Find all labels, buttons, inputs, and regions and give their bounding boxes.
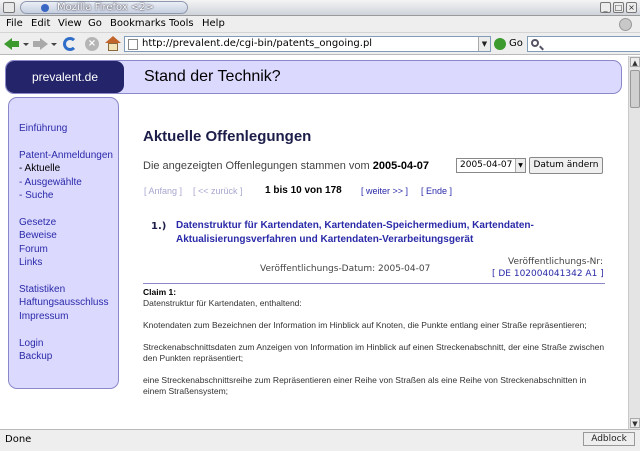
sidebar-item-links[interactable]: Links [19,257,42,269]
firefox-globe-icon [41,4,49,12]
pager-prev: [ << zurück ] [193,185,243,197]
site-header: prevalent.de Stand der Technik? [5,60,622,94]
search-input[interactable] [527,36,640,52]
status-text: Done [5,434,31,446]
menu-bar: File Edit View Go Bookmarks Tools Help [0,16,640,33]
vertical-scrollbar[interactable]: ▲ ▼ [628,56,640,429]
publication-number-link[interactable]: [ DE 102004041342 A1 ] [492,268,604,280]
menu-go[interactable]: Go [88,18,102,30]
page-title: Aktuelle Offenlegungen [143,128,311,145]
search-icon [531,39,539,47]
intro-label: Die angezeigten Offenlegungen stammen vo… [143,160,370,172]
date-select-value: 2005-04-07 [460,160,512,170]
publication-date: Veröffentlichungs-Datum: 2005-04-07 [260,263,430,275]
window-title: Mozilla Firefox <2> [57,2,154,14]
sidebar-item-login[interactable]: Login [19,338,43,350]
claim-text: Claim 1: Datenstruktur für Kartendaten, … [143,287,605,408]
forward-history-dropdown-icon[interactable] [51,43,57,46]
scroll-down-icon[interactable]: ▼ [630,418,640,428]
back-arrow-icon[interactable] [4,36,20,52]
claim-line: Knotendaten zum Bezeichnen der Informati… [143,320,605,331]
url-text[interactable]: http://prevalent.de/cgi-bin/patents_ongo… [142,38,372,50]
menu-bookmarks[interactable]: Bookmarks [110,18,166,30]
item-number: 1.) [151,220,166,233]
sidebar-item-patent-anmeldungen[interactable]: Patent-Anmeldungen [19,150,113,162]
item-title-link[interactable]: Datenstruktur für Kartendaten, Kartendat… [176,219,601,247]
sidebar-item-einfuehrung[interactable]: Einführung [19,123,67,135]
stop-icon[interactable]: × [84,36,100,52]
go-label: Go [509,37,523,51]
pager-last[interactable]: [ Ende ] [421,185,452,197]
intro-date: 2005-04-07 [373,160,429,172]
sidebar-item-haftungsausschluss[interactable]: Haftungsausschluss [19,297,109,309]
claim-line: Streckenabschnittsdaten zum Anzeigen von… [143,342,605,364]
url-bar[interactable]: http://prevalent.de/cgi-bin/patents_ongo… [124,36,491,52]
window-titlebar: Mozilla Firefox <2> _ □ × [0,0,640,16]
menu-tools[interactable]: Tools [169,18,194,30]
site-title: Stand der Technik? [144,61,281,93]
home-icon[interactable] [105,36,121,52]
page-viewport: prevalent.de Stand der Technik? Einführu… [0,56,628,429]
pager-count: 1 bis 10 von 178 [265,185,342,197]
sidebar: Einführung Patent-Anmeldungen - Aktuelle… [8,97,119,389]
sidebar-item-ausgewaehlte[interactable]: - Ausgewählte [19,177,82,189]
forward-arrow-icon[interactable] [32,36,48,52]
url-dropdown-icon[interactable]: ▼ [478,37,490,51]
change-date-button[interactable]: Datum ändern [529,157,603,174]
maximize-icon[interactable]: □ [613,2,624,13]
back-history-dropdown-icon[interactable] [23,43,29,46]
claim-line: eine Streckenabschnittsreihe zum Repräse… [143,375,605,397]
window-title-pill: Mozilla Firefox <2> [20,1,188,14]
menu-help[interactable]: Help [202,18,225,30]
menu-file[interactable]: File [6,18,23,30]
go-icon [494,38,506,50]
pager-first: [ Anfang ] [144,185,182,197]
menu-view[interactable]: View [58,18,82,30]
sidebar-item-gesetze[interactable]: Gesetze [19,217,56,229]
sidebar-item-impressum[interactable]: Impressum [19,311,68,323]
pager-next[interactable]: [ weiter >> ] [361,185,408,197]
sidebar-item-aktuelle[interactable]: - Aktuelle [19,163,60,175]
sidebar-item-backup[interactable]: Backup [19,351,52,363]
close-icon[interactable]: × [626,2,637,13]
navigation-toolbar: × http://prevalent.de/cgi-bin/patents_on… [0,33,640,55]
date-select[interactable]: 2005-04-07 ▼ [456,158,526,173]
menu-edit[interactable]: Edit [31,18,50,30]
chevron-down-icon[interactable]: ▼ [515,159,525,172]
sidebar-item-statistiken[interactable]: Statistiken [19,284,65,296]
scrollbar-thumb[interactable] [630,70,640,108]
status-bar: Done Adblock [0,429,640,451]
sidebar-item-forum[interactable]: Forum [19,244,48,256]
site-logo[interactable]: prevalent.de [6,61,124,93]
sidebar-item-suche[interactable]: - Suche [19,190,53,202]
intro-text: Die angezeigten Offenlegungen stammen vo… [143,159,429,173]
sidebar-item-beweise[interactable]: Beweise [19,230,57,242]
adblock-button[interactable]: Adblock [583,432,635,446]
claim-heading: Claim 1: [143,287,605,298]
page-icon [128,39,138,50]
claim-line: Datenstruktur für Kartendaten, enthalten… [143,298,605,309]
publication-number-label: Veröffentlichungs-Nr: [508,256,603,268]
reload-icon[interactable] [62,36,78,52]
throbber-icon [619,18,632,31]
window-menu-button[interactable] [3,2,15,13]
divider [143,283,605,284]
scroll-up-icon[interactable]: ▲ [630,57,640,67]
minimize-icon[interactable]: _ [600,2,611,13]
